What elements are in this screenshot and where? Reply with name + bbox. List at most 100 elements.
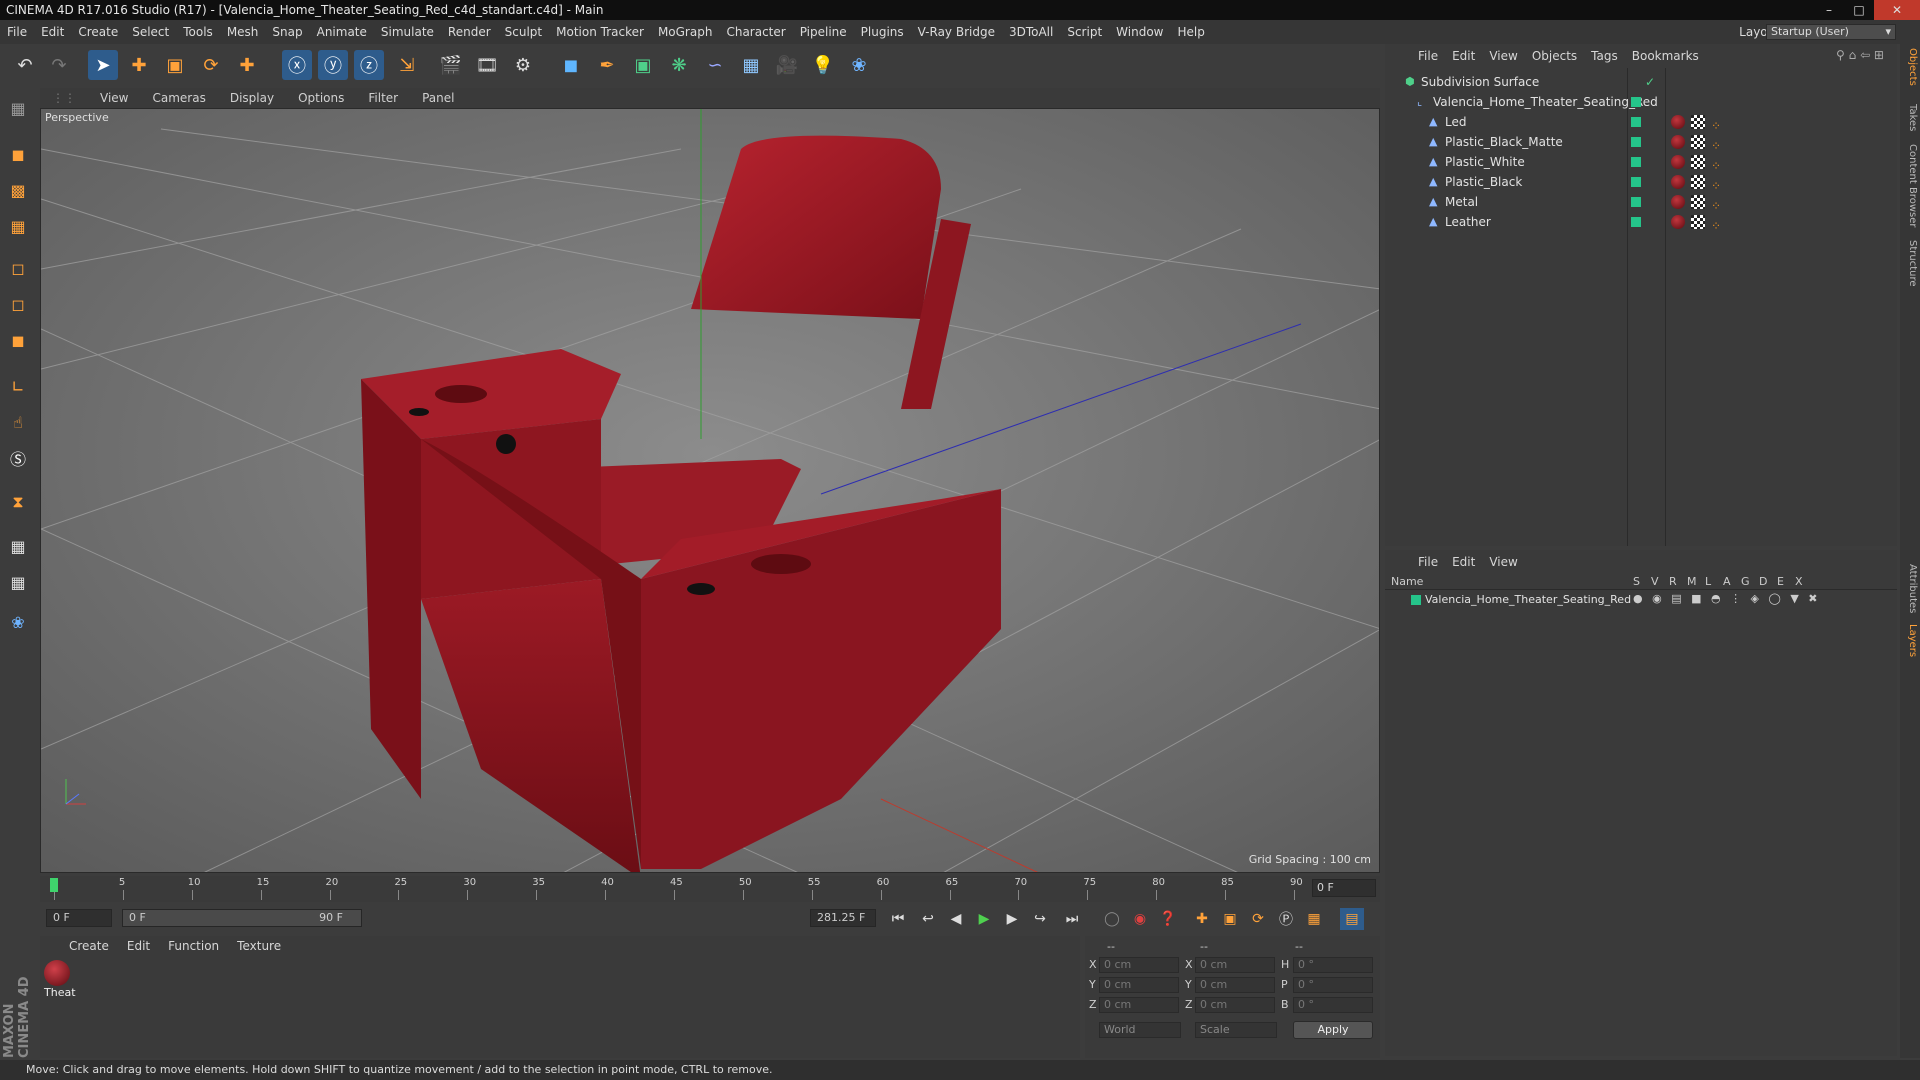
key-scale-icon[interactable]: ▣	[1218, 908, 1242, 930]
spline-pen-icon[interactable]: ✒	[592, 50, 622, 80]
render-picture-viewer-icon[interactable]: 🎞	[472, 50, 502, 80]
menu-select[interactable]: Select	[125, 25, 176, 39]
menu-motion-tracker[interactable]: Motion Tracker	[549, 25, 651, 39]
menu-snap[interactable]: Snap	[265, 25, 309, 39]
object-row[interactable]: ▲ Plastic_White ⁘	[1385, 152, 1897, 173]
side-tab-takes[interactable]: Takes	[1902, 104, 1918, 131]
object-menu-view[interactable]: View	[1482, 49, 1524, 63]
layer-menu-file[interactable]: File	[1411, 555, 1445, 569]
material-tag-icon[interactable]	[1671, 195, 1685, 209]
material-tag-icon[interactable]	[1671, 115, 1685, 129]
material-menu-function[interactable]: Function	[159, 939, 228, 953]
size-y-field[interactable]: 0 cm	[1195, 977, 1275, 993]
visibility-dot[interactable]	[1631, 217, 1641, 227]
uvw-tag-icon[interactable]	[1691, 175, 1705, 189]
fps-field[interactable]: 281.25 F	[810, 909, 876, 927]
play-icon[interactable]: ▶	[972, 908, 996, 930]
object-row[interactable]: ▲ Plastic_Black ⁘	[1385, 172, 1897, 193]
visibility-dot[interactable]	[1631, 157, 1641, 167]
scale-icon[interactable]: ▣	[160, 50, 190, 80]
layer-row[interactable]: Valencia_Home_Theater_Seating_Red ● ◉ ▤ …	[1385, 592, 1897, 608]
layout-select[interactable]: Startup (User) ▾	[1766, 24, 1896, 40]
object-manager-search-icon[interactable]: ⚲ ⌂ ⇦ ⊞	[1829, 48, 1891, 62]
timeline-playhead[interactable]	[50, 878, 58, 892]
minimize-icon[interactable]: –	[1814, 0, 1844, 20]
layer-menu-view[interactable]: View	[1482, 555, 1524, 569]
object-row[interactable]: ▲ Leather ⁘	[1385, 212, 1897, 233]
enabled-check-icon[interactable]: ✓	[1645, 72, 1655, 92]
object-menu-tags[interactable]: Tags	[1584, 49, 1625, 63]
x-axis-icon[interactable]: ⓧ	[282, 50, 312, 80]
coordinate-system-icon[interactable]: ⇲	[392, 50, 422, 80]
side-tab-structure[interactable]: Structure	[1902, 240, 1918, 287]
edges-mode-icon[interactable]: ◻	[4, 290, 32, 318]
menu-character[interactable]: Character	[719, 25, 792, 39]
object-row[interactable]: ⬢ Subdivision Surface ✓	[1385, 72, 1897, 92]
menu-tools[interactable]: Tools	[176, 25, 220, 39]
go-to-start-icon[interactable]: ⏮	[886, 908, 910, 930]
visibility-dot[interactable]	[1631, 177, 1641, 187]
menu-sculpt[interactable]: Sculpt	[498, 25, 549, 39]
render-settings-icon[interactable]: ⚙	[508, 50, 538, 80]
menu-help[interactable]: Help	[1170, 25, 1211, 39]
menu-file[interactable]: File	[0, 25, 34, 39]
next-frame-icon[interactable]: ▶	[1000, 908, 1024, 930]
start-frame-field[interactable]: 0 F	[46, 909, 112, 927]
material-tag-icon[interactable]	[1671, 175, 1685, 189]
texture-tag-icon[interactable]: ⁘	[1711, 216, 1721, 236]
size-x-field[interactable]: 0 cm	[1195, 957, 1275, 973]
key-parameter-icon[interactable]: Ⓟ	[1274, 908, 1298, 930]
texture-mode-icon[interactable]: ▩	[4, 176, 32, 204]
workplane-icon[interactable]: ▦	[4, 212, 32, 240]
menu-mesh[interactable]: Mesh	[220, 25, 266, 39]
go-to-end-icon[interactable]: ⏭	[1060, 908, 1084, 930]
size-z-field[interactable]: 0 cm	[1195, 997, 1275, 1013]
visibility-dot[interactable]	[1631, 117, 1641, 127]
previous-key-icon[interactable]: ↩	[916, 908, 940, 930]
rotation-p-field[interactable]: 0 °	[1293, 977, 1373, 993]
python-icon[interactable]: ❀	[844, 50, 874, 80]
cube-icon[interactable]: ◼	[556, 50, 586, 80]
material-tag-icon[interactable]	[1671, 215, 1685, 229]
layer-menu-edit[interactable]: Edit	[1445, 555, 1482, 569]
python-script-icon[interactable]: ❀	[4, 608, 32, 636]
viewport-menu-filter[interactable]: Filter	[356, 91, 410, 105]
render-view-icon[interactable]: 🎬	[436, 50, 466, 80]
material-tag-icon[interactable]	[1671, 155, 1685, 169]
key-position-icon[interactable]: ✚	[1190, 908, 1214, 930]
object-menu-objects[interactable]: Objects	[1525, 49, 1584, 63]
side-tab-layers[interactable]: Layers	[1902, 624, 1918, 657]
material-swatch[interactable]: Theat	[44, 960, 76, 999]
menu-create[interactable]: Create	[71, 25, 125, 39]
menu-3dtoall[interactable]: 3DToAll	[1002, 25, 1060, 39]
object-row[interactable]: ⌞ Valencia_Home_Theater_Seating_Red	[1385, 92, 1897, 112]
visibility-dot[interactable]	[1631, 97, 1641, 107]
viewport-menu-cameras[interactable]: Cameras	[140, 91, 217, 105]
current-frame-field[interactable]: 0 F	[1312, 879, 1376, 897]
menu-v-ray-bridge[interactable]: V-Ray Bridge	[911, 25, 1002, 39]
position-x-field[interactable]: 0 cm	[1099, 957, 1179, 973]
magnet-icon[interactable]: ⧗	[4, 488, 32, 516]
object-row[interactable]: ▲ Plastic_Black_Matte ⁘	[1385, 132, 1897, 153]
next-key-icon[interactable]: ↪	[1028, 908, 1052, 930]
viewport-menu-display[interactable]: Display	[218, 91, 286, 105]
menu-edit[interactable]: Edit	[34, 25, 71, 39]
key-pla-icon[interactable]: ▦	[1302, 908, 1326, 930]
workplane-grid-icon[interactable]: ▦	[4, 568, 32, 596]
undo-icon[interactable]: ↶	[10, 50, 40, 80]
uvw-tag-icon[interactable]	[1691, 215, 1705, 229]
previous-frame-icon[interactable]: ◀	[944, 908, 968, 930]
side-tab-content-browser[interactable]: Content Browser	[1902, 144, 1918, 227]
material-tag-icon[interactable]	[1671, 135, 1685, 149]
snap-icon[interactable]: Ⓢ	[4, 444, 32, 472]
tweak-icon[interactable]: ☝	[4, 408, 32, 436]
menu-simulate[interactable]: Simulate	[374, 25, 441, 39]
rotation-b-field[interactable]: 0 °	[1293, 997, 1373, 1013]
deformer-icon[interactable]: ∽	[700, 50, 730, 80]
timeline-layout-icon[interactable]: ▤	[1340, 908, 1364, 930]
viewport-menu-panel[interactable]: Panel	[410, 91, 466, 105]
polygons-mode-icon[interactable]: ◼	[4, 326, 32, 354]
make-editable-icon[interactable]: ▦	[4, 94, 32, 122]
viewport-menu-options[interactable]: Options	[286, 91, 356, 105]
uvw-tag-icon[interactable]	[1691, 135, 1705, 149]
